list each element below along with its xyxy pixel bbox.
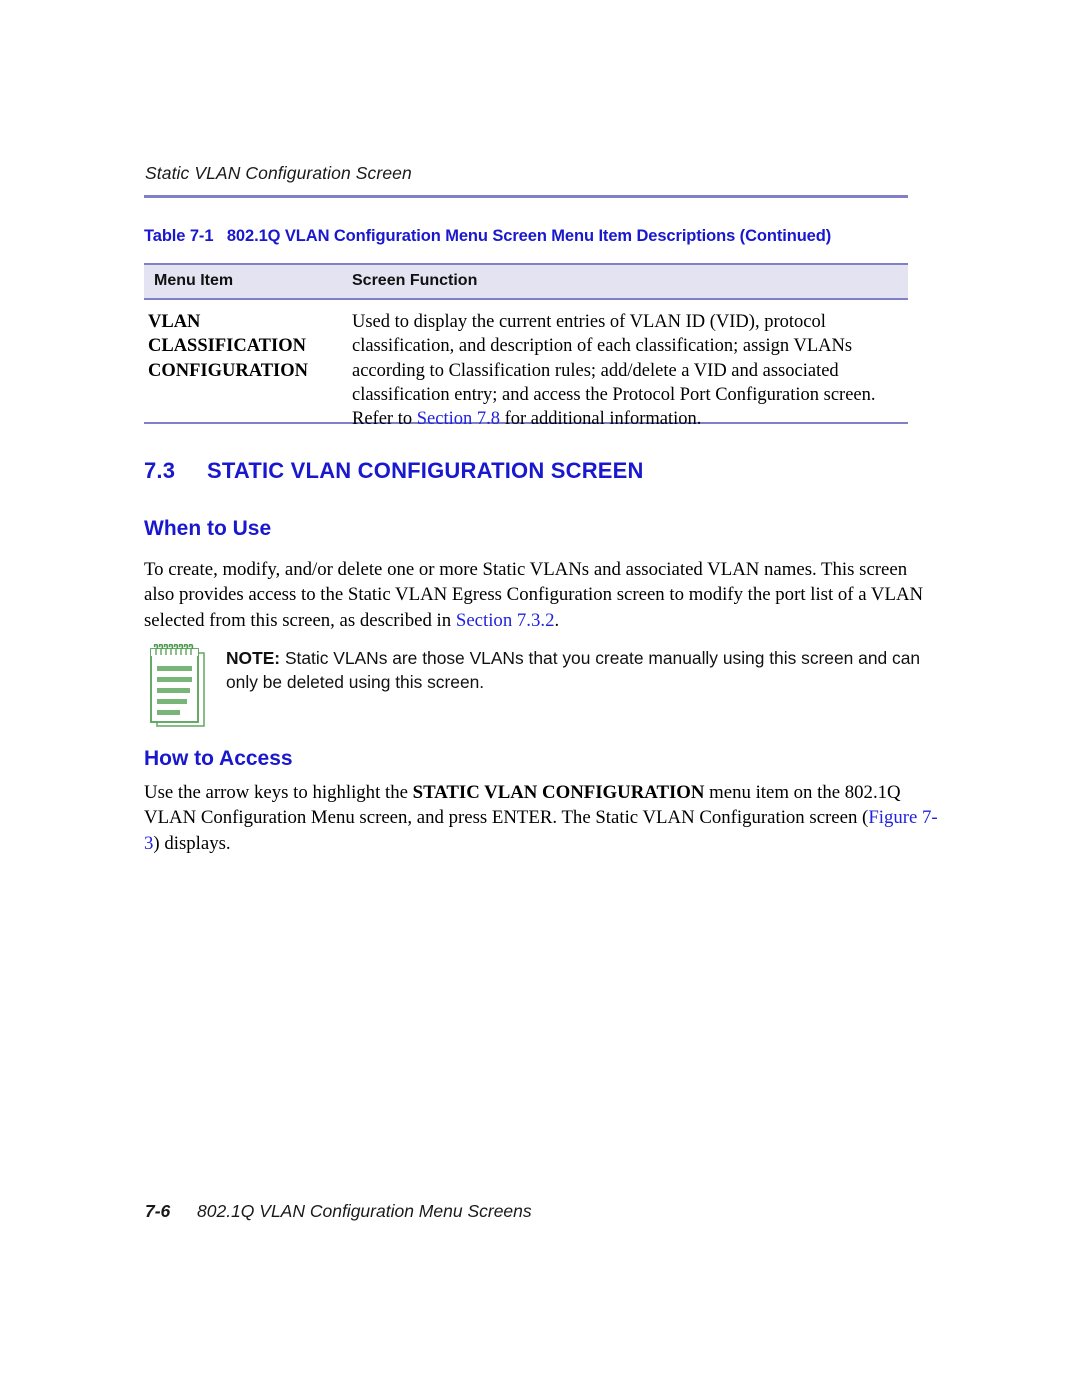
note-callout: NOTE: Static VLANs are those VLANs that … (148, 642, 938, 734)
note-label: NOTE: (226, 648, 281, 668)
screen-function-text-post: for additional information. (499, 409, 702, 430)
running-header: Static VLAN Configuration Screen (145, 163, 412, 183)
when-to-use-text-post: . (554, 609, 560, 631)
section-number: 7.3 (144, 458, 176, 483)
footer-chapter-title: 802.1Q VLAN Configuration Menu Screens (197, 1201, 532, 1221)
section-7-3-2-link[interactable]: Section 7.3.2 (456, 610, 555, 631)
note-body: Static VLANs are those VLANs that you cr… (226, 648, 921, 692)
table-header-row: Menu Item Screen Function (144, 265, 908, 298)
section-title: STATIC VLAN CONFIGURATION SCREEN (207, 458, 644, 483)
paragraph-how-to-access: Use the arrow keys to highlight the STAT… (144, 780, 944, 856)
column-header-screen-function: Screen Function (352, 272, 478, 289)
paragraph-when-to-use: To create, modify, and/or delete one or … (144, 557, 924, 633)
heading-when-to-use: When to Use (144, 517, 272, 540)
note-text: NOTE: Static VLANs are those VLANs that … (226, 646, 931, 694)
how-to-access-text-pre: Use the arrow keys to highlight the (144, 782, 413, 803)
page-title: 7.3 STATIC VLAN CONFIGURATION SCREEN (144, 458, 644, 484)
column-header-menu-item: Menu Item (154, 272, 234, 289)
section-7-8-link[interactable]: Section 7.8 (417, 409, 500, 429)
cell-menu-item: VLAN CLASSIFICATION CONFIGURATION (148, 312, 308, 381)
cell-screen-function: Used to display the current entries of V… (352, 310, 904, 431)
document-page: Static VLAN Configuration Screen Table 7… (0, 0, 1080, 1397)
table-caption-title: 802.1Q VLAN Configuration Menu Screen Me… (226, 227, 832, 245)
table-row: VLAN CLASSIFICATION CONFIGURATION Used t… (144, 300, 908, 429)
table-caption: Table 7-1 802.1Q VLAN Configuration Menu… (144, 227, 831, 246)
notepad-icon (148, 643, 212, 730)
footer-page-number: 7-6 (145, 1201, 171, 1221)
header-rule (144, 195, 908, 198)
how-to-access-text-post: ) displays. (153, 832, 231, 854)
page-footer: 7-6 802.1Q VLAN Configuration Menu Screen… (145, 1201, 532, 1222)
table-caption-label: Table 7-1 (144, 227, 214, 245)
heading-how-to-access: How to Access (144, 747, 293, 770)
descriptions-table: Menu Item Screen Function VLAN CLASSIFIC… (144, 263, 908, 429)
menu-item-emphasis: STATIC VLAN CONFIGURATION (412, 782, 705, 803)
